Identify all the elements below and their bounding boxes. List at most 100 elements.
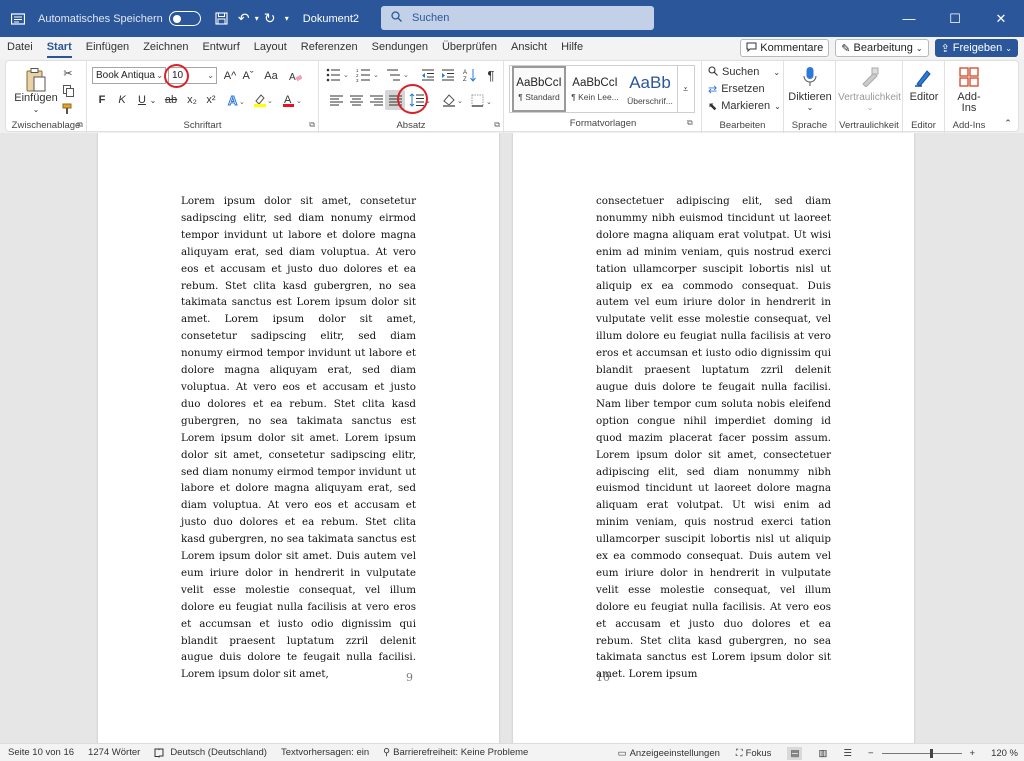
search-box[interactable]: Suchen — [381, 6, 654, 30]
tab-datei[interactable]: Datei — [0, 37, 40, 59]
microphone-icon[interactable] — [798, 65, 822, 89]
clear-formatting-icon[interactable]: A — [286, 67, 304, 84]
web-layout-view-icon[interactable]: ☰ — [843, 748, 852, 759]
tab-ansicht[interactable]: Ansicht — [504, 37, 554, 59]
share-button[interactable]: ⇪ Freigeben ⌄ — [934, 39, 1018, 57]
zoom-level[interactable]: 120 % — [991, 748, 1018, 759]
tab-layout[interactable]: Layout — [247, 37, 294, 59]
maximize-icon[interactable]: ☐ — [932, 0, 978, 37]
replace-button[interactable]: ⇄ Ersetzen — [708, 82, 780, 96]
decrease-indent-icon[interactable] — [419, 66, 437, 84]
styles-launcher-icon[interactable]: ⧉ — [687, 118, 693, 128]
sort-icon[interactable]: AZ — [461, 66, 479, 84]
show-formatting-marks-icon[interactable]: ¶ — [482, 66, 500, 84]
grow-font-icon[interactable]: A^ — [222, 67, 238, 84]
tab-entwurf[interactable]: Entwurf — [195, 37, 246, 59]
save-icon[interactable] — [211, 8, 233, 30]
proofing-icon[interactable] — [154, 748, 164, 758]
tab-referenzen[interactable]: Referenzen — [294, 37, 365, 59]
page-body-text[interactable]: Lorem ipsum dolor sit amet, consetetur s… — [181, 193, 416, 683]
quick-access-more-icon[interactable]: ▾ — [285, 14, 289, 23]
editor-label[interactable]: Editor — [903, 91, 945, 103]
font-size-box[interactable]: 10 ⌄ — [168, 67, 217, 84]
collapse-ribbon-icon[interactable]: ⌃ — [1000, 117, 1016, 129]
close-icon[interactable]: ✕ — [978, 0, 1024, 37]
bullets-icon[interactable]: ⌄ — [325, 66, 351, 84]
accessibility-button[interactable]: ⚲ Barrierefreiheit: Keine Probleme — [383, 747, 528, 758]
tab-sendungen[interactable]: Sendungen — [365, 37, 435, 59]
editing-mode-button[interactable]: ✎ Bearbeitung ⌄ — [835, 39, 929, 57]
print-layout-view-icon[interactable]: ▤ — [787, 746, 803, 760]
clipboard-launcher-icon[interactable]: ⧉ — [77, 120, 83, 130]
dictate-dropdown-icon[interactable]: ⌄ — [802, 102, 818, 112]
tab-hilfe[interactable]: Hilfe — [554, 37, 590, 59]
style-standard[interactable]: AaBbCcI ¶ Standard — [512, 66, 566, 112]
align-right-icon[interactable] — [367, 91, 385, 109]
paste-label[interactable]: Einfügen — [14, 92, 57, 104]
read-mode-view-icon[interactable]: ▥ — [818, 748, 827, 759]
zoom-slider-thumb[interactable] — [929, 748, 933, 758]
italic-button[interactable]: K — [115, 91, 129, 109]
style-heading-1[interactable]: AaBb Überschrif... — [623, 66, 677, 112]
zoom-out-button[interactable]: − — [868, 748, 874, 759]
style-no-spacing[interactable]: AaBbCcI ¶ Kein Lee... — [568, 66, 622, 112]
underline-dropdown-icon[interactable]: ⌄ — [149, 91, 157, 109]
text-predictions-status[interactable]: Textvorhersagen: ein — [281, 747, 369, 758]
line-spacing-icon[interactable]: ⌄ — [408, 91, 432, 109]
bold-button[interactable]: F — [95, 91, 109, 109]
select-button[interactable]: ⬉ Markieren ⌄ — [708, 99, 781, 113]
increase-indent-icon[interactable] — [439, 66, 457, 84]
addins-label-line1[interactable]: Add- — [945, 91, 993, 103]
word-app-icon[interactable] — [8, 9, 28, 29]
font-color-icon[interactable]: A ⌄ — [280, 91, 304, 109]
editor-icon[interactable] — [912, 65, 936, 89]
display-settings-button[interactable]: ▭ Anzeigeeinstellungen — [618, 748, 720, 759]
document-canvas[interactable]: Lorem ipsum dolor sit amet, consetetur s… — [0, 133, 1024, 743]
page-count[interactable]: Seite 10 von 16 — [8, 747, 74, 758]
tab-einfuegen[interactable]: Einfügen — [79, 37, 136, 59]
comments-button[interactable]: Kommentare — [740, 39, 830, 57]
page-10[interactable]: consectetuer adipiscing elit, sed diam n… — [513, 133, 914, 743]
underline-button[interactable]: U — [135, 91, 149, 109]
shading-icon[interactable]: ⌄ — [441, 91, 465, 109]
focus-button[interactable]: ⛶ Fokus — [736, 748, 772, 759]
find-button[interactable]: Suchen ⌄ — [708, 65, 780, 79]
word-count[interactable]: 1274 Wörter — [88, 747, 140, 758]
format-painter-icon[interactable] — [60, 102, 76, 116]
zoom-slider[interactable] — [881, 748, 962, 758]
page-body-text[interactable]: consectetuer adipiscing elit, sed diam n… — [596, 193, 831, 683]
copy-icon[interactable] — [60, 84, 76, 98]
align-center-icon[interactable] — [347, 91, 365, 109]
tab-start[interactable]: Start — [40, 37, 79, 59]
addins-icon[interactable] — [957, 65, 981, 89]
document-name[interactable]: Dokument2 — [303, 13, 359, 25]
numbering-icon[interactable]: 1 2 3 ⌄ — [355, 66, 381, 84]
minimize-icon[interactable]: — — [886, 0, 932, 37]
redo-icon[interactable]: ↻ — [259, 8, 281, 30]
subscript-button[interactable]: x₂ — [184, 91, 200, 109]
shrink-font-icon[interactable]: Aˇ — [240, 67, 256, 84]
autosave-toggle[interactable] — [168, 11, 201, 26]
font-launcher-icon[interactable]: ⧉ — [309, 120, 315, 130]
font-name-box[interactable]: Book Antiqua ⌄ — [92, 67, 166, 84]
language-indicator[interactable]: Deutsch (Deutschland) — [170, 747, 267, 758]
cut-icon[interactable]: ✂ — [60, 66, 76, 80]
tab-zeichnen[interactable]: Zeichnen — [136, 37, 195, 59]
zoom-in-button[interactable]: + — [970, 748, 976, 759]
strikethrough-button[interactable]: ab — [162, 91, 180, 109]
justify-icon[interactable] — [385, 90, 405, 110]
change-case-icon[interactable]: Aa — [260, 67, 282, 84]
highlight-color-icon[interactable]: ⌄ — [251, 91, 275, 109]
paste-icon[interactable] — [20, 66, 52, 94]
tab-ueberpruefen[interactable]: Überprüfen — [435, 37, 504, 59]
addins-label-line2[interactable]: Ins — [945, 102, 993, 114]
superscript-button[interactable]: x² — [203, 91, 219, 109]
undo-icon[interactable]: ↶ — [233, 8, 255, 30]
multilevel-list-icon[interactable]: ⌄ — [385, 66, 411, 84]
page-9[interactable]: Lorem ipsum dolor sit amet, consetetur s… — [98, 133, 499, 743]
paste-dropdown-icon[interactable]: ⌄ — [28, 104, 44, 114]
text-effects-icon[interactable]: A ⌄ — [225, 91, 247, 109]
styles-more-icon[interactable]: ⩡ — [677, 66, 693, 112]
borders-icon[interactable]: ⌄ — [469, 91, 495, 109]
paragraph-launcher-icon[interactable]: ⧉ — [494, 120, 500, 130]
